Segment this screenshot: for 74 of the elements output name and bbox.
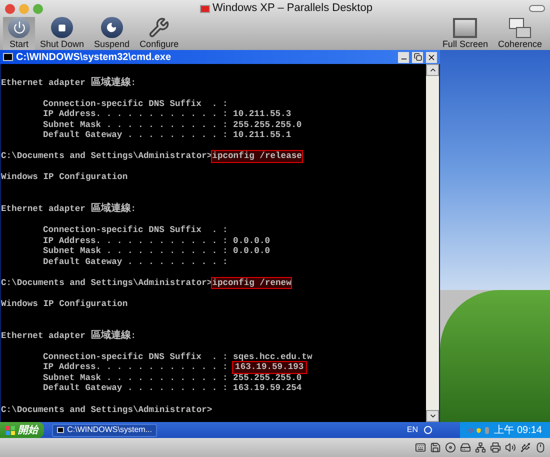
console-value: 163.19.59.254 [233, 383, 302, 394]
console-text: Subnet Mask . . . . . . . . . . . : [43, 120, 228, 130]
scroll-down-icon[interactable] [426, 410, 439, 422]
console-command: ipconfig /renew [212, 278, 292, 288]
console-value: 255.255.255.0 [233, 120, 302, 130]
restore-icon [414, 53, 422, 61]
screen-icon [453, 18, 478, 38]
chevron-down-icon [428, 412, 436, 420]
toolbar-button[interactable]: Start [3, 17, 35, 50]
console-icon [3, 53, 13, 61]
console-text: Connection-specific DNS Suffix . : [43, 98, 228, 110]
console-prompt: C:\Documents and Settings\Administrator> [1, 278, 212, 288]
console-value: sqes.hcc.edu.tw [233, 352, 312, 362]
printer-icon[interactable] [490, 442, 501, 453]
windows-icon [508, 18, 531, 38]
restore-button[interactable] [412, 52, 423, 62]
console-text: IP Address. . . . . . . . . . . . : [43, 236, 228, 246]
console-value: 10.211.55.3 [233, 109, 292, 120]
moon-glyph-icon [106, 22, 118, 33]
console-icon [57, 427, 64, 433]
console-text: Windows IP Configuration [1, 172, 128, 184]
console-text: Default Gateway . . . . . . . . . : [43, 130, 228, 141]
language-indicator[interactable]: EN [406, 424, 418, 436]
console-value: 255.255.255.0 [233, 372, 302, 384]
console-prompt: C:\Documents and Settings\Administrator> [1, 151, 212, 162]
console-value: 0.0.0.0 [233, 236, 270, 246]
taskbar-button[interactable]: C:\WINDOWS\system... [52, 424, 157, 436]
window-title: Windows XP – Parallels Desktop [212, 1, 372, 16]
console-text: Ethernet adapter 區域連線: [1, 204, 136, 215]
console-text: Ethernet adapter 區域連線: [1, 78, 136, 88]
close-icon [427, 52, 436, 62]
console-value: 163.19.59.193 [233, 362, 306, 373]
console-command: ipconfig /release [212, 151, 302, 162]
console-text: Connection-specific DNS Suffix . : [43, 352, 228, 362]
usb-icon[interactable] [520, 442, 531, 453]
toolbar-button[interactable]: Configure [134, 17, 184, 50]
toolbar-button[interactable]: Coherence [492, 17, 547, 50]
console-text: IP Address. . . . . . . . . . . . : [43, 362, 228, 373]
network-icon[interactable] [475, 442, 486, 453]
toolbar-button[interactable]: Full Screen [437, 17, 493, 50]
minimize-button[interactable] [398, 52, 409, 62]
chevron-up-icon [428, 66, 436, 74]
scrollbar[interactable] [426, 64, 439, 422]
disc-icon[interactable] [445, 442, 456, 453]
console-text: Subnet Mask . . . . . . . . . . . : [43, 372, 228, 384]
console-value: 10.211.55.1 [233, 130, 292, 141]
close-icon[interactable] [5, 4, 15, 14]
close-button[interactable] [426, 52, 437, 62]
toolbar-button[interactable]: Shut Down [35, 17, 90, 50]
speaker-icon[interactable] [505, 442, 516, 453]
console-value: 0.0.0.0 [233, 246, 270, 257]
console-text: IP Address. . . . . . . . . . . . : [43, 109, 228, 120]
vm-icon [200, 4, 210, 12]
console-text: Default Gateway . . . . . . . . . : [43, 383, 228, 394]
clock: 上午 09:14 [494, 424, 542, 438]
square-glyph-icon [58, 24, 66, 32]
console-text: Default Gateway . . . . . . . . . : [43, 256, 228, 268]
console-prompt: C:\Documents and Settings\Administrator> [1, 404, 212, 416]
wrench-icon [148, 17, 170, 38]
mouse-icon[interactable] [535, 442, 546, 453]
console-text: Subnet Mask . . . . . . . . . . . : [43, 246, 228, 257]
hard-drive-icon[interactable] [460, 442, 471, 453]
console-text: Windows IP Configuration [1, 299, 128, 310]
toolbar-button[interactable]: Suspend [89, 17, 135, 50]
console-text: Connection-specific DNS Suffix . : [43, 225, 228, 236]
toolbar-toggle-icon[interactable] [529, 5, 545, 12]
keyboard-icon[interactable] [415, 442, 426, 453]
floppy-icon[interactable] [430, 442, 441, 453]
cmd-window-title: C:\WINDOWS\system32\cmd.exe [16, 50, 172, 64]
start-button[interactable]: 開始 [0, 422, 44, 438]
console-text: Ethernet adapter 區域連線: [1, 330, 136, 342]
power-glyph-icon [12, 21, 26, 34]
windows-logo-icon [6, 426, 15, 434]
language-bar-icon[interactable] [424, 426, 432, 434]
